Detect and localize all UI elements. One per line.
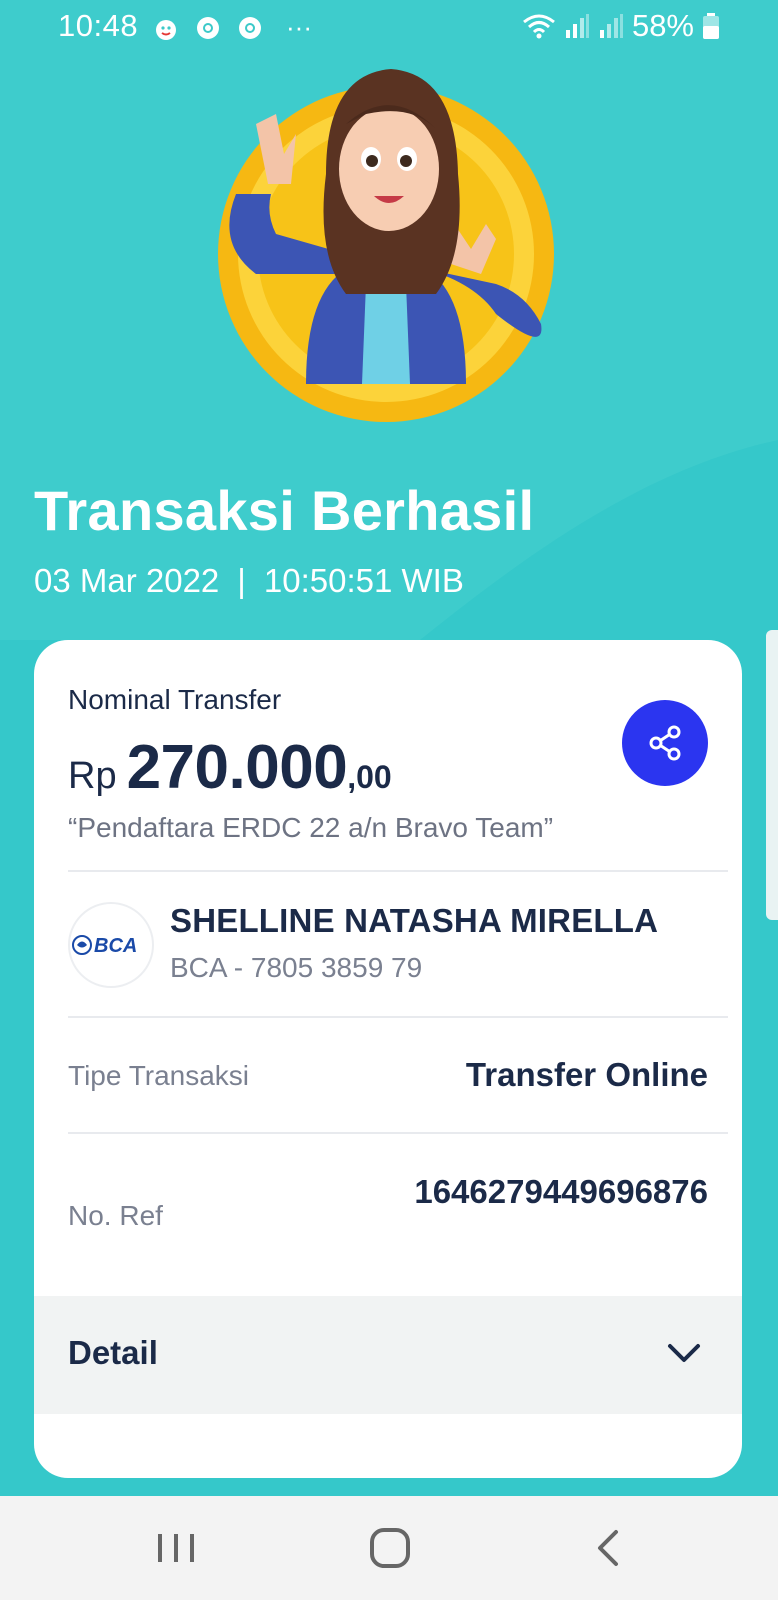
bank-logo-text: BCA — [94, 935, 137, 957]
scrollbar[interactable] — [766, 630, 778, 920]
divider — [68, 1132, 728, 1134]
status-time: 10:48 — [58, 8, 139, 43]
amount-value: 270.000 — [126, 733, 348, 802]
recipient-account: BCA - 7805 3859 79 — [170, 952, 423, 983]
ref-number-value: 1646279449696876 — [414, 1173, 708, 1210]
recent-apps-icon[interactable] — [152, 1526, 200, 1570]
bank-logo: BCA — [68, 902, 154, 988]
bca-logo-icon: BCA — [72, 935, 137, 957]
system-navigation-bar — [0, 1496, 778, 1600]
home-icon[interactable] — [366, 1526, 414, 1570]
signal-icon — [565, 14, 589, 38]
share-button[interactable] — [622, 700, 708, 786]
success-illustration — [218, 69, 554, 422]
share-icon — [649, 725, 681, 761]
notification-icons: ··· — [152, 12, 312, 43]
jdid-app-icon — [156, 19, 176, 40]
chrome-icon — [197, 16, 219, 39]
transaction-date: 03 Mar 2022 — [34, 562, 220, 599]
back-icon[interactable] — [586, 1526, 634, 1570]
transaction-datetime: 03 Mar 2022 | 10:50:51 WIB — [34, 562, 464, 600]
page-title: Transaksi Berhasil — [34, 479, 535, 542]
ref-number-label: No. Ref — [68, 1200, 163, 1231]
transaction-type-label: Tipe Transaksi — [68, 1060, 250, 1091]
system-status: 58% — [522, 8, 720, 44]
status-bar: 10:48 ··· 58% — [0, 0, 778, 56]
transaction-time: 10:50:51 WIB — [263, 562, 464, 599]
wifi-icon — [523, 14, 555, 39]
chevron-down-icon — [668, 1344, 700, 1362]
recipient-name: SHELLINE NATASHA MIRELLA — [170, 902, 659, 939]
transfer-note: “Pendaftara ERDC 22 a/n Bravo Team” — [68, 812, 554, 843]
detail-label: Detail — [68, 1334, 158, 1371]
more-notifications: ··· — [286, 12, 312, 42]
transaction-type-value: Transfer Online — [465, 1056, 708, 1093]
battery-icon — [703, 13, 719, 39]
detail-expander[interactable]: Detail — [34, 1296, 742, 1414]
divider — [68, 1016, 728, 1018]
divider — [68, 870, 728, 872]
datetime-separator: | — [237, 562, 246, 599]
signal-icon-2 — [599, 14, 623, 38]
transfer-amount: Rp 270.000 ,00 — [68, 732, 392, 803]
currency-label: Rp — [68, 755, 117, 797]
battery-percentage: 58% — [631, 8, 694, 43]
amount-cents: ,00 — [347, 759, 392, 795]
transaction-card: Nominal Transfer Rp 270.000 ,00 “Pendaft… — [34, 640, 742, 1478]
chrome-icon-2 — [239, 16, 261, 39]
nominal-label: Nominal Transfer — [68, 684, 282, 715]
